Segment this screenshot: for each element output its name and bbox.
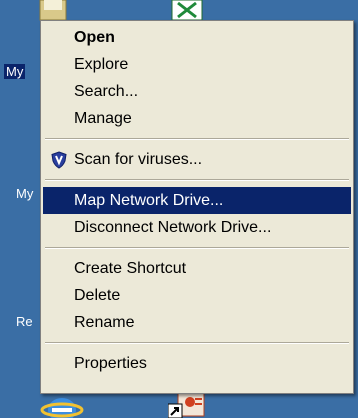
menu-separator [45, 342, 349, 344]
menu-item-create-shortcut[interactable]: Create Shortcut [43, 255, 351, 282]
menu-item-label: Rename [74, 314, 135, 331]
my-computer-label[interactable]: My [4, 64, 26, 79]
menu-separator [45, 247, 349, 249]
menu-item-search[interactable]: Search... [43, 78, 351, 105]
desktop: My My Re Open Explore Search... Manage S… [0, 0, 358, 418]
menu-separator [45, 179, 349, 181]
menu-item-disconnect-network-drive[interactable]: Disconnect Network Drive... [43, 214, 351, 241]
menu-item-label: Create Shortcut [74, 260, 187, 277]
menu-item-label: Disconnect Network Drive... [74, 219, 272, 236]
antivirus-shield-icon [51, 151, 67, 169]
menu-item-open[interactable]: Open [43, 24, 351, 51]
menu-item-label: Scan for viruses... [74, 151, 203, 168]
menu-item-map-network-drive[interactable]: Map Network Drive... [43, 187, 351, 214]
menu-item-label: Open [74, 29, 115, 46]
menu-item-label: Properties [74, 355, 147, 372]
menu-item-label: Search... [74, 83, 139, 100]
context-menu: Open Explore Search... Manage Scan for v… [40, 20, 354, 394]
menu-item-label: Map Network Drive... [74, 192, 224, 209]
menu-item-scan-for-viruses[interactable]: Scan for viruses... [43, 146, 351, 173]
internet-explorer-icon[interactable] [40, 392, 84, 418]
menu-item-label: Delete [74, 287, 121, 304]
my-documents-icon[interactable] [36, 0, 76, 22]
excel-document-icon[interactable] [170, 0, 206, 20]
menu-item-manage[interactable]: Manage [43, 105, 351, 132]
menu-item-delete[interactable]: Delete [43, 282, 351, 309]
menu-item-properties[interactable]: Properties [43, 350, 351, 377]
my-network-places-label[interactable]: My [16, 186, 33, 201]
menu-item-rename[interactable]: Rename [43, 309, 351, 336]
menu-separator [45, 138, 349, 140]
recycle-bin-label[interactable]: Re [16, 314, 33, 329]
menu-item-label: Explore [74, 56, 129, 73]
menu-item-explore[interactable]: Explore [43, 51, 351, 78]
shortcut-icon[interactable] [168, 392, 208, 418]
menu-item-label: Manage [74, 110, 132, 127]
